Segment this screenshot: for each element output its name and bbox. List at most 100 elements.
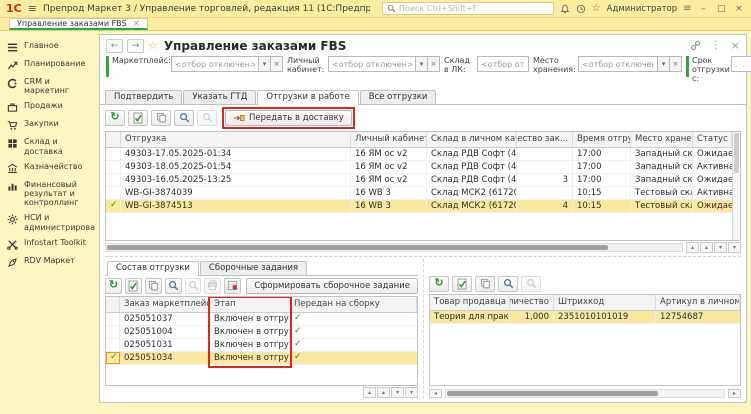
orders-cancel-search-button[interactable] bbox=[185, 278, 202, 294]
horizontal-scrollbar[interactable] bbox=[445, 389, 725, 398]
tab-shipments-in-progress[interactable]: Отгрузки в работе bbox=[257, 90, 358, 105]
sidebar-item-purchases[interactable]: Закупки bbox=[0, 116, 95, 134]
search-button[interactable] bbox=[174, 110, 194, 126]
table-row-selected[interactable]: ✓ WB-GI-3874513 16 WB 3 Склад МСК2 (6172… bbox=[106, 200, 732, 213]
products-search-button[interactable] bbox=[498, 276, 518, 292]
scroll-right-button[interactable]: ▸ bbox=[728, 389, 741, 398]
orders-mark-button[interactable] bbox=[125, 278, 142, 294]
marketplace-filter-input[interactable] bbox=[171, 56, 259, 72]
table-row[interactable]: 025051037 Включен в отгрузку ✓ bbox=[106, 313, 417, 326]
col-qty-header[interactable]: Количество bbox=[510, 295, 554, 310]
col-warehouse-header[interactable]: Склад в личном каби... bbox=[427, 132, 517, 147]
form-assembly-task-button[interactable]: Сформировать сборочное задание bbox=[246, 278, 418, 294]
col-storage-header[interactable]: Место хранения bbox=[631, 132, 693, 147]
transfer-to-delivery-button[interactable]: Передать в доставку bbox=[225, 110, 352, 126]
sidebar-item-infostart-toolkit[interactable]: Infostart Toolkit bbox=[0, 235, 95, 253]
cabinet-filter-input[interactable] bbox=[328, 56, 416, 72]
refresh-button[interactable]: ↻ bbox=[105, 110, 125, 126]
horizontal-scrollbar[interactable] bbox=[105, 243, 683, 252]
scroll-down-button[interactable]: ▾ bbox=[391, 387, 404, 398]
sidebar-item-admin[interactable]: НСИ и администрирование bbox=[0, 210, 95, 234]
table-row[interactable]: 025051004 Включен в отгрузку ✓ bbox=[106, 326, 417, 339]
copy-button[interactable] bbox=[151, 110, 171, 126]
favorite-star-icon[interactable]: ☆ bbox=[148, 39, 158, 52]
sidebar-item-main[interactable]: Главное bbox=[0, 38, 95, 56]
col-article-header[interactable]: Артикул в личном кабинете bbox=[656, 295, 740, 310]
tab-all-shipments[interactable]: Все отгрузки bbox=[360, 90, 437, 104]
col-shipment-header[interactable]: Отгрузка bbox=[121, 132, 351, 147]
table-row[interactable]: 49303-18.05.2025-01:54 16 ЯМ ос v2 Склад… bbox=[106, 161, 732, 174]
orders-export-button[interactable] bbox=[224, 278, 241, 294]
tab-order-management-fbs[interactable]: Управление заказами FBS × bbox=[9, 18, 148, 30]
col-status-header[interactable]: Статус bbox=[693, 132, 732, 147]
get-link-icon[interactable] bbox=[690, 40, 701, 51]
products-cancel-search-button[interactable] bbox=[521, 276, 541, 292]
products-refresh-button[interactable]: ↻ bbox=[429, 276, 449, 292]
user-name[interactable]: Администратор bbox=[607, 4, 678, 14]
col-check-header[interactable] bbox=[106, 297, 120, 312]
sidebar-item-warehouse[interactable]: Склад и доставка bbox=[0, 134, 95, 158]
table-row-selected[interactable]: ✓ 025051034 Включен в отгрузку ✓ bbox=[106, 352, 417, 365]
orders-search-button[interactable] bbox=[165, 278, 182, 294]
main-menu-icon[interactable]: ≡ bbox=[28, 2, 37, 15]
scroll-last-button[interactable]: ▾ bbox=[405, 387, 418, 398]
col-product-header[interactable]: Товар продавца bbox=[430, 295, 510, 310]
back-button[interactable]: ← bbox=[106, 39, 123, 53]
more-actions-icon[interactable]: ⋮ bbox=[711, 40, 721, 51]
cancel-search-button[interactable] bbox=[197, 110, 217, 126]
col-stage-header[interactable]: Этап bbox=[210, 297, 290, 312]
table-row[interactable]: 49303-16.05.2025-13:25 16 ЯМ ос v2 Склад… bbox=[106, 174, 732, 187]
marketplace-dropdown-icon[interactable]: ▾ bbox=[259, 56, 271, 72]
col-cabinet-header[interactable]: Личный кабинет bbox=[351, 132, 427, 147]
mark-page-button[interactable] bbox=[128, 110, 148, 126]
notifications-bell-icon[interactable] bbox=[560, 4, 570, 14]
minimize-button[interactable]: – bbox=[698, 4, 710, 14]
orders-copy-button[interactable] bbox=[145, 278, 162, 294]
favorites-star-icon[interactable]: ☆ bbox=[592, 3, 601, 14]
maximize-button[interactable]: □ bbox=[715, 4, 727, 14]
sidebar-item-rdv-market[interactable]: RDV Маркет bbox=[0, 253, 95, 271]
tab-confirm[interactable]: Подтвердить bbox=[105, 90, 182, 104]
warehouse-lk-filter-input[interactable] bbox=[477, 56, 529, 72]
vertical-scrollbar[interactable] bbox=[732, 132, 740, 240]
scroll-up-button[interactable]: ▴ bbox=[377, 387, 390, 398]
close-form-icon[interactable]: × bbox=[731, 39, 740, 52]
table-row-selected[interactable]: Теория для практиков 1,000 2351010101019… bbox=[430, 311, 740, 324]
tab-close-icon[interactable]: × bbox=[133, 19, 141, 29]
col-check-header[interactable] bbox=[106, 132, 121, 147]
cabinet-dropdown-icon[interactable]: ▾ bbox=[416, 56, 428, 72]
forward-button[interactable]: → bbox=[127, 39, 144, 53]
scroll-last-button[interactable]: ▾ bbox=[728, 242, 741, 253]
scroll-first-button[interactable]: ▴ bbox=[686, 242, 699, 253]
ship-from-date-input[interactable] bbox=[731, 56, 751, 72]
storage-dropdown-icon[interactable]: ▾ bbox=[658, 56, 670, 72]
tab-gtd[interactable]: Указать ГТД bbox=[183, 90, 256, 104]
scroll-first-button[interactable]: ▴ bbox=[363, 387, 376, 398]
col-assembled-header[interactable]: Передан на сборку bbox=[290, 297, 417, 312]
scroll-down-button[interactable]: ▾ bbox=[714, 242, 727, 253]
cabinet-clear-icon[interactable]: × bbox=[428, 56, 440, 72]
global-search-input[interactable] bbox=[399, 4, 549, 13]
service-menu-icon[interactable]: ≡ bbox=[683, 3, 691, 14]
scroll-left-button[interactable]: ◂ bbox=[429, 389, 442, 398]
orders-refresh-button[interactable]: ↻ bbox=[105, 278, 122, 294]
sidebar-item-finance[interactable]: Финансовый результат и контроллинг bbox=[0, 177, 95, 211]
table-row[interactable]: WB-GI-3874039 16 WB 3 Склад МСК2 (617201… bbox=[106, 187, 732, 200]
tab-shipment-contents[interactable]: Состав отгрузки bbox=[107, 261, 199, 276]
col-time-header[interactable]: Время отгрузки bbox=[573, 132, 631, 147]
sidebar-item-crm[interactable]: CRM и маркетинг bbox=[0, 74, 95, 98]
storage-filter-input[interactable] bbox=[578, 56, 658, 72]
close-window-button[interactable]: × bbox=[733, 4, 745, 14]
sidebar-item-sales[interactable]: Продажи bbox=[0, 98, 95, 116]
products-mark-button[interactable] bbox=[452, 276, 472, 292]
marketplace-clear-icon[interactable]: × bbox=[271, 56, 283, 72]
sidebar-item-treasury[interactable]: Казначейство bbox=[0, 159, 95, 177]
scroll-up-button[interactable]: ▴ bbox=[700, 242, 713, 253]
col-barcode-header[interactable]: Штрихкод bbox=[554, 295, 656, 310]
products-copy-button[interactable] bbox=[475, 276, 495, 292]
col-order-header[interactable]: Заказ маркетплейса bbox=[120, 297, 210, 312]
history-icon[interactable] bbox=[576, 4, 586, 14]
sidebar-item-planning[interactable]: Планирование bbox=[0, 56, 95, 74]
tab-assembly-tasks[interactable]: Сборочные задания bbox=[200, 261, 307, 275]
table-row[interactable]: 49303-17.05.2025-01:34 16 ЯМ ос v2 Склад… bbox=[106, 148, 732, 161]
